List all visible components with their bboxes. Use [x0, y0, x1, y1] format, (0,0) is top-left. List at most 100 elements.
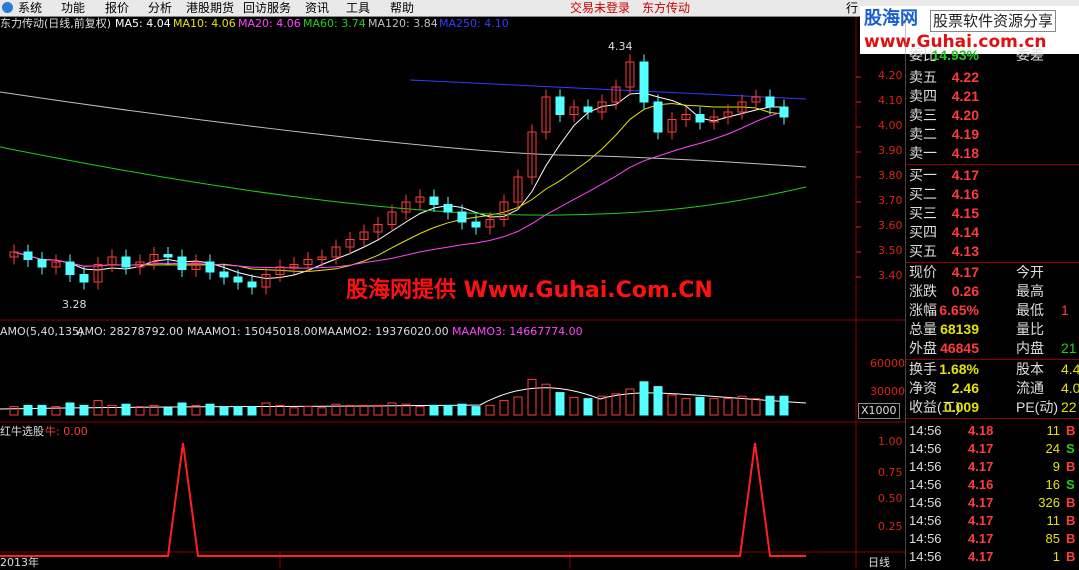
stat-row: 涨幅 6.65% 最低 1 — [906, 301, 1079, 320]
tick-row: 14:56 4.17 11 B — [906, 512, 1079, 530]
tick-time: 14:56 — [909, 495, 942, 510]
volume-bar — [205, 403, 215, 416]
indicator-line — [0, 442, 806, 557]
volume-bar — [303, 406, 313, 416]
volume-bar — [723, 398, 733, 416]
app-icon[interactable] — [2, 2, 13, 13]
webi-value: 14.93% — [931, 47, 979, 63]
tick-price: 4.17 — [968, 549, 994, 564]
volume-bar — [261, 402, 271, 416]
bid-row[interactable]: 买四 4.14 — [906, 223, 1079, 242]
stat-label: 内盘 — [1016, 340, 1044, 356]
bid-price: 4.17 — [951, 167, 979, 183]
volume-bar — [681, 398, 691, 416]
ask-row[interactable]: 卖五 4.22 — [906, 68, 1079, 87]
menu-item-system[interactable]: 系统 — [18, 1, 42, 15]
volume-bar — [667, 394, 677, 416]
moving-average-lines — [0, 79, 807, 410]
bid-row[interactable]: 买三 4.15 — [906, 204, 1079, 223]
tick-volume: 326 — [1038, 495, 1060, 510]
stat-value: 4.4 — [1061, 361, 1079, 377]
tick-volume: 24 — [1045, 441, 1060, 456]
candle-body — [471, 221, 481, 228]
menu-item-tools[interactable]: 工具 — [346, 1, 370, 15]
date-axis-label: 2013年 — [0, 556, 39, 569]
volume-axis-label: 60000 — [870, 357, 905, 370]
y-axis-label: 4.00 — [878, 119, 903, 132]
menu-item-help[interactable]: 帮助 — [390, 1, 414, 15]
stat-value: 4.0 — [1061, 380, 1079, 396]
volume-bar — [247, 406, 257, 416]
menu-item-news[interactable]: 资讯 — [305, 1, 329, 15]
menu-item-quote[interactable]: 报价 — [105, 1, 129, 15]
ma250-label: MA250: 4.10 — [439, 17, 509, 30]
tick-row: 14:56 4.17 85 B — [906, 530, 1079, 548]
candle-body — [79, 274, 89, 283]
candle-body — [23, 251, 33, 260]
ask-row[interactable]: 卖三 4.20 — [906, 106, 1079, 125]
indicator-axis-label: 1.00 — [878, 435, 903, 448]
tick-time: 14:56 — [909, 549, 942, 564]
menu-item-hk-futures[interactable]: 港股期货 — [186, 1, 234, 15]
volume-bar — [317, 407, 327, 416]
tick-side: B — [1066, 459, 1076, 474]
ask-row[interactable]: 卖二 4.19 — [906, 125, 1079, 144]
indicator-axis-label: 0.50 — [878, 492, 903, 505]
tick-volume: 9 — [1052, 459, 1060, 474]
volume-bar — [79, 404, 89, 416]
candle-body — [163, 254, 173, 258]
tick-volume: 11 — [1046, 423, 1061, 438]
volume-bar — [611, 393, 621, 416]
stat-label: 换手 — [909, 361, 937, 377]
stat-row: 现价 4.17 今开 — [906, 263, 1079, 282]
volume-bar — [709, 398, 719, 416]
stat-value: 2.46 — [951, 380, 979, 396]
volume-bar — [289, 407, 299, 416]
volume-bar — [135, 406, 145, 416]
menu-item-callback-service[interactable]: 回访服务 — [243, 1, 291, 15]
stat-label: 量比 — [1016, 321, 1044, 337]
candle-body — [121, 256, 131, 268]
y-axis-label: 3.50 — [878, 244, 903, 257]
tick-price: 4.17 — [968, 441, 994, 456]
tick-row: 14:56 4.17 326 B — [906, 494, 1079, 512]
tick-price: 4.17 — [968, 459, 994, 474]
ma5-label: MA5: 4.04 — [115, 17, 171, 30]
ask-price: 4.20 — [951, 107, 979, 123]
tick-row: 14:56 4.17 1 B — [906, 548, 1079, 566]
menu-item-analysis[interactable]: 分析 — [148, 1, 172, 15]
volume-bar — [415, 406, 425, 416]
menu-right-fragment[interactable]: 行 — [846, 1, 858, 15]
y-axis-label: 3.90 — [878, 144, 903, 157]
volume-bar — [107, 404, 117, 416]
candle-body — [639, 61, 649, 103]
bid-row[interactable]: 买一 4.17 — [906, 166, 1079, 185]
webi-row: 委比 14.93% 委差 — [906, 46, 1079, 65]
bid-price: 4.14 — [951, 224, 979, 240]
y-axis-label: 3.80 — [878, 169, 903, 182]
menu-item-function[interactable]: 功能 — [61, 1, 85, 15]
trade-login-status[interactable]: 交易未登录 — [570, 1, 630, 15]
bid-row[interactable]: 买二 4.16 — [906, 185, 1079, 204]
maamo3-value: MAAMO3: 14667774.00 — [452, 325, 583, 338]
bid-label: 买二 — [909, 186, 937, 202]
ma120-line — [0, 91, 807, 168]
ask-label: 卖四 — [909, 88, 937, 104]
ask-row[interactable]: 卖四 4.21 — [906, 87, 1079, 106]
candle-body — [765, 96, 775, 108]
volume-bar — [751, 398, 761, 416]
divider — [906, 418, 1079, 419]
volume-bar — [695, 396, 705, 416]
stat-label: 涨跌 — [909, 283, 937, 299]
y-axis-label: 4.10 — [878, 94, 903, 107]
ask-label: 卖一 — [909, 145, 937, 161]
stat-label: 外盘 — [909, 340, 937, 356]
volume-bar — [471, 406, 481, 416]
volume-bar — [163, 407, 173, 416]
stat-value: 21 — [1061, 340, 1077, 356]
tick-side: S — [1066, 441, 1075, 456]
tick-volume: 85 — [1045, 531, 1060, 546]
bid-row[interactable]: 买五 4.13 — [906, 242, 1079, 261]
tick-side: S — [1066, 477, 1075, 492]
ask-row[interactable]: 卖一 4.18 — [906, 144, 1079, 163]
